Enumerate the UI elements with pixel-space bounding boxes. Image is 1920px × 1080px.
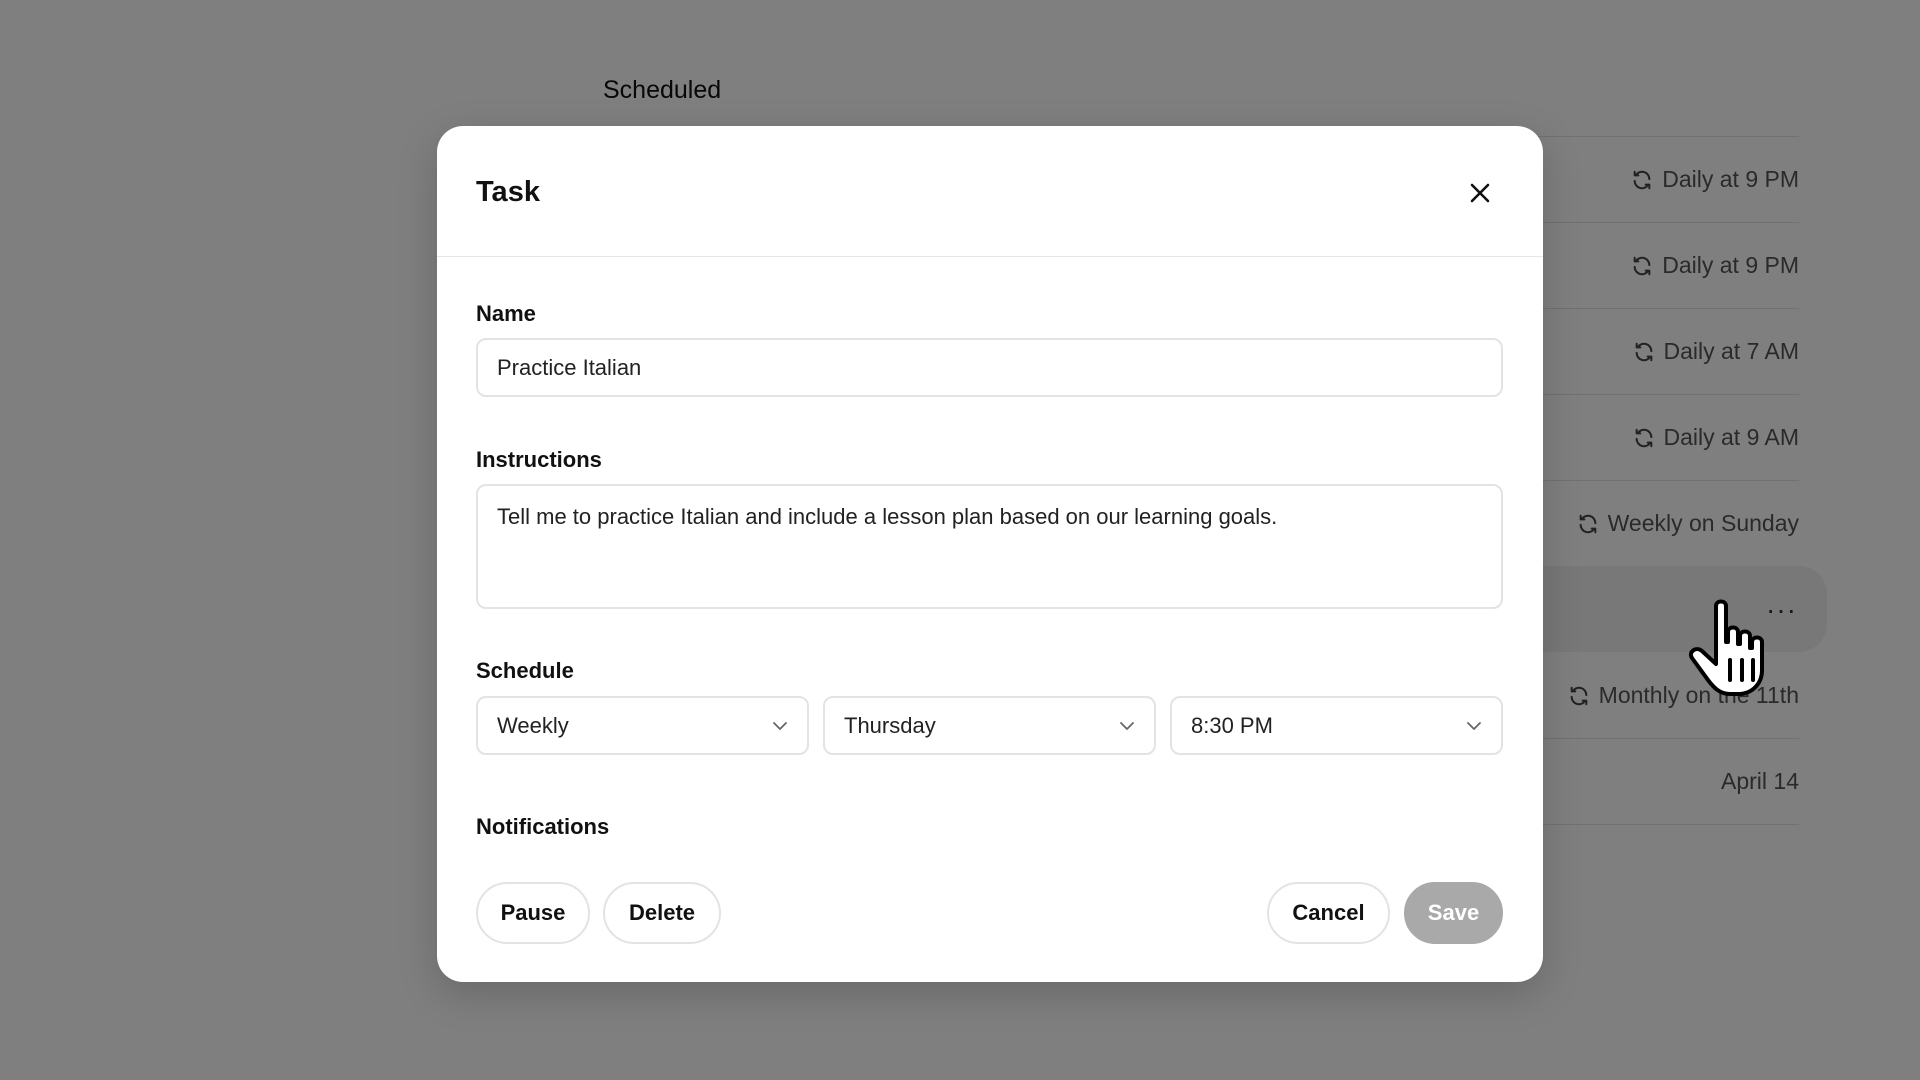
close-icon xyxy=(1470,183,1490,203)
dialog-header: Task xyxy=(437,126,1543,257)
pause-button[interactable]: Pause xyxy=(476,882,590,944)
day-value: Thursday xyxy=(844,712,936,738)
name-label: Name xyxy=(476,301,536,326)
hand-cursor-icon xyxy=(1689,599,1764,696)
close-button[interactable] xyxy=(1465,178,1495,208)
cancel-button[interactable]: Cancel xyxy=(1267,882,1390,944)
dialog-title: Task xyxy=(476,176,540,208)
time-value: 8:30 PM xyxy=(1191,712,1273,738)
delete-button[interactable]: Delete xyxy=(603,882,721,944)
chevron-down-icon xyxy=(1120,721,1134,730)
chevron-down-icon xyxy=(1467,721,1481,730)
instructions-label: Instructions xyxy=(476,447,602,472)
save-button[interactable]: Save xyxy=(1404,882,1503,944)
notifications-label: Notifications xyxy=(476,814,610,839)
name-input[interactable] xyxy=(476,338,1503,397)
schedule-label: Schedule xyxy=(476,658,574,683)
task-dialog: Task Name Instructions Tell me to practi… xyxy=(437,126,1543,982)
instructions-textarea[interactable]: Tell me to practice Italian and include … xyxy=(476,484,1503,609)
frequency-value: Weekly xyxy=(497,712,569,738)
frequency-select[interactable]: Weekly xyxy=(476,696,809,755)
day-select[interactable]: Thursday xyxy=(823,696,1156,755)
time-select[interactable]: 8:30 PM xyxy=(1170,696,1503,755)
chevron-down-icon xyxy=(773,721,787,730)
